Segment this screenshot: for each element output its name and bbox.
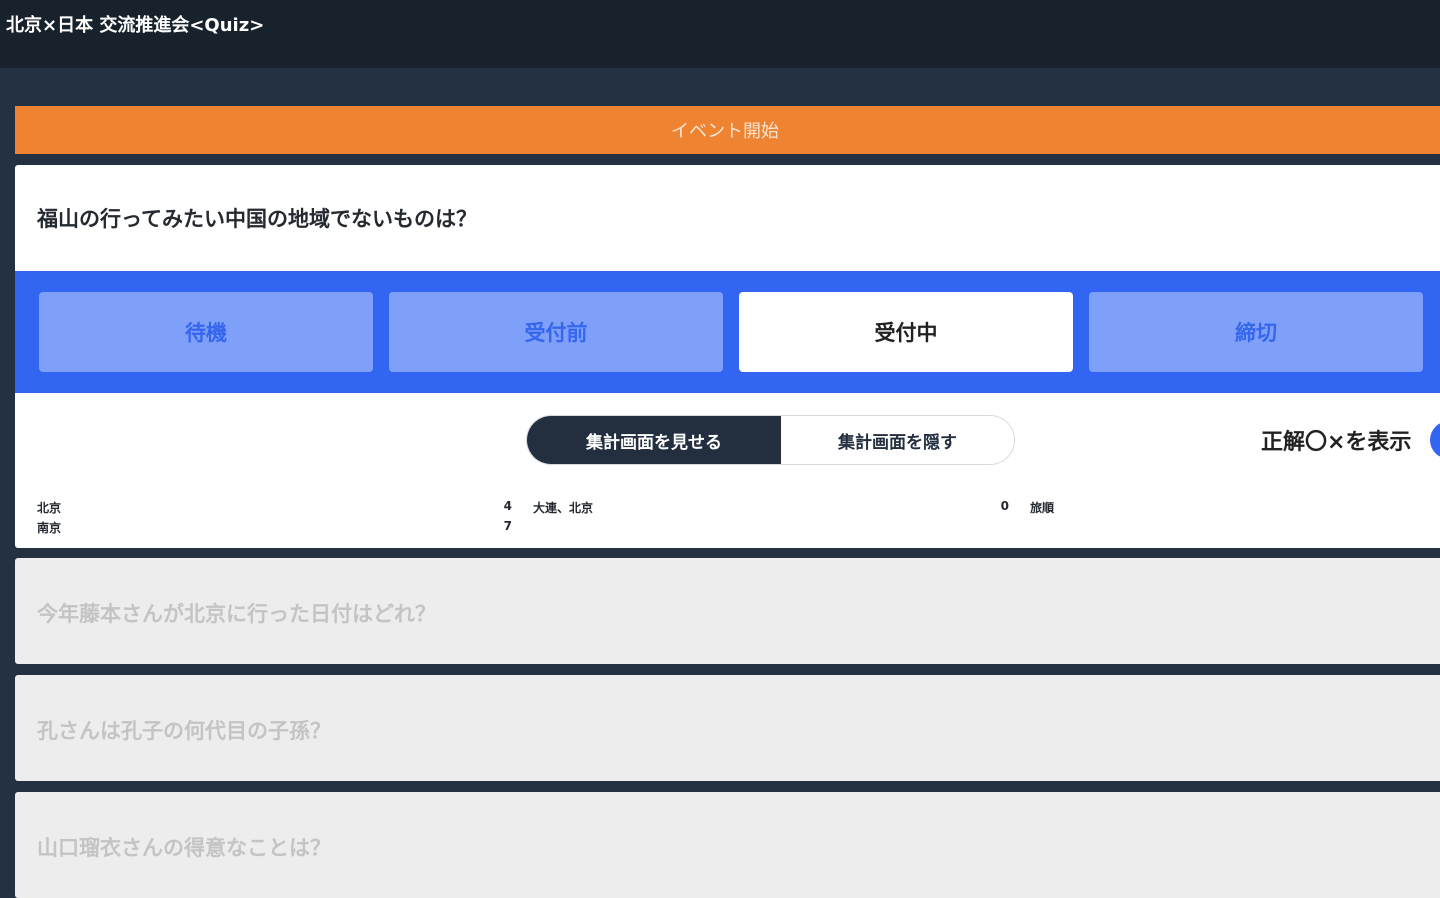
- result-choice-count: 0: [1000, 499, 1009, 513]
- question-card[interactable]: 孔さんは孔子の何代目の子孫？: [15, 675, 1440, 781]
- question-status-bar: 待機 受付前 受付中 締切: [15, 271, 1440, 393]
- result-choice-count: 7: [503, 519, 512, 533]
- result-choice-label: 南京: [37, 521, 62, 535]
- question-text: 孔さんは孔子の何代目の子孫？: [37, 719, 331, 743]
- top-app-bar: 北京×日本 交流推進会<Quiz>: [0, 0, 1440, 68]
- result-choice-label: 北京: [37, 501, 62, 515]
- event-start-button[interactable]: イベント開始: [15, 106, 1440, 154]
- hide-summary-button[interactable]: 集計画面を隠す: [781, 416, 1014, 464]
- result-choice-count: 4: [503, 499, 512, 513]
- question-card[interactable]: 山口瑠衣さんの得意なことは？: [15, 792, 1440, 898]
- status-closed-button[interactable]: 締切: [1089, 292, 1423, 372]
- show-answer-toggle[interactable]: [1430, 421, 1440, 459]
- status-waiting-button[interactable]: 待機: [39, 292, 373, 372]
- app-title: 北京×日本 交流推進会<Quiz>: [6, 15, 265, 36]
- show-summary-button[interactable]: 集計画面を見せる: [527, 416, 781, 464]
- active-question-card: 福山の行ってみたい中国の地域でないものは？ 待機 受付前 受付中 締切 集計画面…: [15, 165, 1440, 548]
- question-text: 今年藤本さんが北京に行った日付はどれ？: [37, 602, 436, 626]
- question-card[interactable]: 今年藤本さんが北京に行った日付はどれ？: [15, 558, 1440, 664]
- result-choice-label: 大連、北京: [533, 501, 594, 515]
- result-choice-label: 旅順: [1030, 501, 1055, 515]
- active-question-text: 福山の行ってみたい中国の地域でないものは？: [37, 207, 477, 231]
- show-answer-label: 正解〇×を表示: [1261, 430, 1412, 455]
- status-before-accepting-button[interactable]: 受付前: [389, 292, 723, 372]
- status-accepting-button[interactable]: 受付中: [739, 292, 1073, 372]
- question-text: 山口瑠衣さんの得意なことは？: [37, 836, 331, 860]
- summary-screen-toggle: 集計画面を見せる 集計画面を隠す: [526, 415, 1015, 465]
